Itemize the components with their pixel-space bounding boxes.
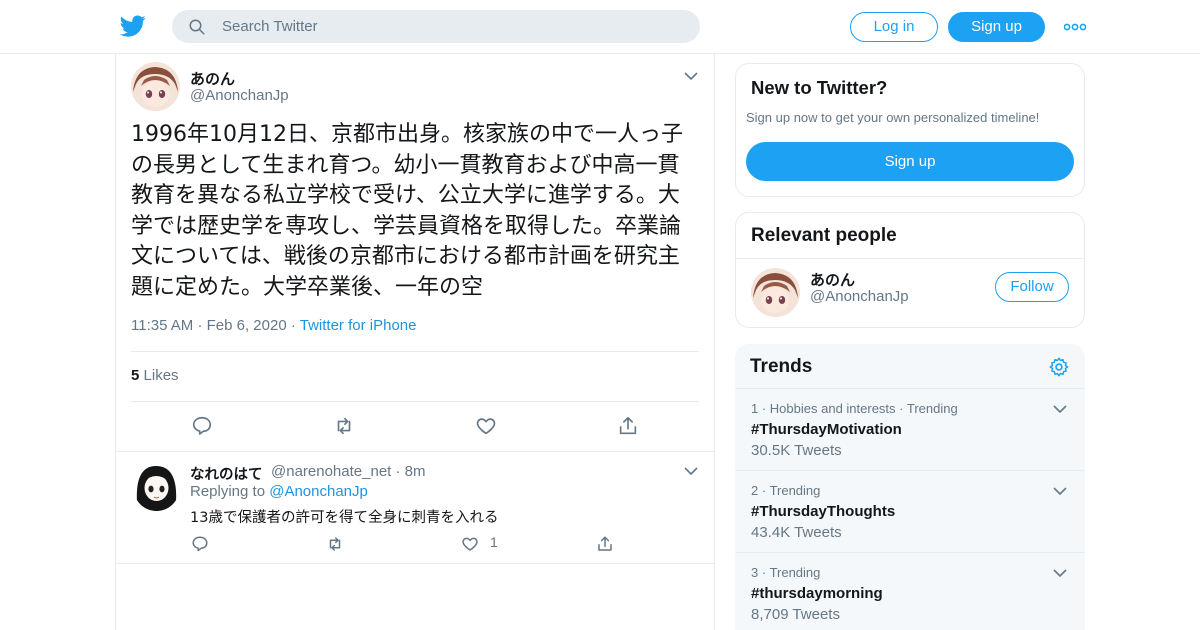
trend-rank: 3 xyxy=(751,565,759,580)
trend-hashtag: #thursdaymorning xyxy=(751,585,883,602)
chevron-down-icon[interactable] xyxy=(684,466,698,476)
trend-tweet-count: 30.5K Tweets xyxy=(751,442,842,459)
settings-gear-icon[interactable] xyxy=(1048,356,1070,378)
relevant-people-title: Relevant people xyxy=(751,225,897,246)
twitter-bird-logo-icon[interactable] xyxy=(120,13,146,39)
replying-to-label: Replying to xyxy=(190,483,266,500)
trend-tweet-count: 8,709 Tweets xyxy=(751,606,840,623)
relevant-people-card: Relevant people あのん @AnonchanJp Follow xyxy=(735,212,1085,328)
reply-author-name[interactable]: なれのはて xyxy=(190,463,263,484)
reply-like-count: 1 xyxy=(490,534,498,550)
retweet-icon[interactable] xyxy=(333,415,355,437)
retweet-icon[interactable] xyxy=(326,535,344,553)
meta-separator: · xyxy=(197,317,207,334)
trend-hashtag: #ThursdayThoughts xyxy=(751,503,896,520)
likes-label: Likes xyxy=(143,367,179,384)
relevant-person-handle[interactable]: @AnonchanJp xyxy=(810,288,909,305)
share-icon[interactable] xyxy=(617,415,639,437)
avatar[interactable] xyxy=(751,268,800,317)
trend-tweet-count: 43.4K Tweets xyxy=(751,524,842,541)
tweet-timestamp[interactable]: 11:35 AM · Feb 6, 2020 · Twitter for iPh… xyxy=(131,317,416,334)
trend-context: 3 · Trending xyxy=(751,565,821,580)
chevron-down-icon[interactable] xyxy=(1053,404,1067,414)
trend-context: 2 · Trending xyxy=(751,483,821,498)
main-timeline-column: あのん @AnonchanJp 1996年10月12日、京都市出身。核家族の中で… xyxy=(115,54,715,630)
chevron-down-icon[interactable] xyxy=(684,71,698,81)
trends-card: Trends 1 · Hobbies and interests · Trend… xyxy=(735,344,1085,630)
trend-category: Trending xyxy=(769,565,821,580)
trend-rank: 2 xyxy=(751,483,759,498)
anime-avatar-icon xyxy=(751,268,800,317)
like-heart-icon[interactable] xyxy=(475,415,497,437)
likes-stat[interactable]: 5 Likes xyxy=(131,367,179,384)
replying-to-line: Replying to @AnonchanJp xyxy=(190,483,368,500)
anime-avatar-icon xyxy=(131,62,180,111)
divider xyxy=(131,351,699,352)
new-to-twitter-subtitle: Sign up now to get your own personalized… xyxy=(746,110,1040,125)
tweet-text: 1996年10月12日、京都市出身。核家族の中で一人っ子の長男として生まれ育つ。… xyxy=(131,122,683,300)
sign-up-button[interactable]: Sign up xyxy=(948,12,1045,42)
meta-separator: · xyxy=(395,463,405,480)
search-input[interactable] xyxy=(222,10,682,43)
top-nav-bar: Log in Sign up xyxy=(0,0,1200,54)
avatar[interactable] xyxy=(133,462,180,511)
tweet-time: 11:35 AM xyxy=(131,317,194,334)
new-to-twitter-card: New to Twitter? Sign up now to get your … xyxy=(735,63,1085,197)
avatar[interactable] xyxy=(131,62,180,111)
trend-item[interactable]: 3 · Trending #thursdaymorning 8,709 Twee… xyxy=(735,552,1085,630)
new-to-twitter-title: New to Twitter? xyxy=(751,77,888,98)
replying-to-handle-link[interactable]: @AnonchanJp xyxy=(269,483,368,500)
tweet-date: Feb 6, 2020 xyxy=(206,317,287,334)
reply-text: 13歳で保護者の許可を得て全身に刺青を入れる xyxy=(190,510,499,526)
reply-time: 8m xyxy=(404,463,426,480)
trends-title: Trends xyxy=(750,356,813,377)
share-icon[interactable] xyxy=(596,535,614,553)
divider xyxy=(736,258,1084,259)
trend-context: 1 · Hobbies and interests · Trending xyxy=(751,401,958,416)
log-in-button[interactable]: Log in xyxy=(850,12,938,42)
search-bar[interactable] xyxy=(172,10,700,43)
sidebar-sign-up-button[interactable]: Sign up xyxy=(746,142,1074,181)
tweet-source-link[interactable]: Twitter for iPhone xyxy=(300,317,417,334)
like-heart-icon[interactable] xyxy=(461,535,479,553)
reply-handle-text: @narenohate_net xyxy=(271,463,392,480)
trend-item[interactable]: 1 · Hobbies and interests · Trending #Th… xyxy=(735,388,1085,470)
reply-icon[interactable] xyxy=(191,535,209,553)
trend-item[interactable]: 2 · Trending #ThursdayThoughts 43.4K Twe… xyxy=(735,470,1085,552)
more-options-icon[interactable] xyxy=(1064,22,1086,32)
anime-avatar-icon xyxy=(133,462,180,511)
tweet-author-handle[interactable]: @AnonchanJp xyxy=(190,87,289,104)
chevron-down-icon[interactable] xyxy=(1053,486,1067,496)
reply-tweet[interactable]: なれのはて @narenohate_net · 8m Replying to @… xyxy=(116,451,714,564)
trend-hashtag: #ThursdayMotivation xyxy=(751,421,902,438)
meta-separator: · xyxy=(290,317,300,334)
reply-author-handle[interactable]: @narenohate_net · 8m xyxy=(271,463,426,480)
divider xyxy=(131,401,699,402)
chevron-down-icon[interactable] xyxy=(1053,568,1067,578)
relevant-person-name[interactable]: あのん xyxy=(810,269,855,290)
search-icon xyxy=(189,19,205,35)
likes-count: 5 xyxy=(131,367,140,384)
follow-button[interactable]: Follow xyxy=(995,272,1069,302)
trend-rank: 1 xyxy=(751,401,759,416)
trend-category: Trending xyxy=(769,483,821,498)
reply-icon[interactable] xyxy=(191,415,213,437)
tweet-author-name[interactable]: あのん xyxy=(190,68,235,89)
trend-category: Hobbies and interests · Trending xyxy=(769,401,958,416)
